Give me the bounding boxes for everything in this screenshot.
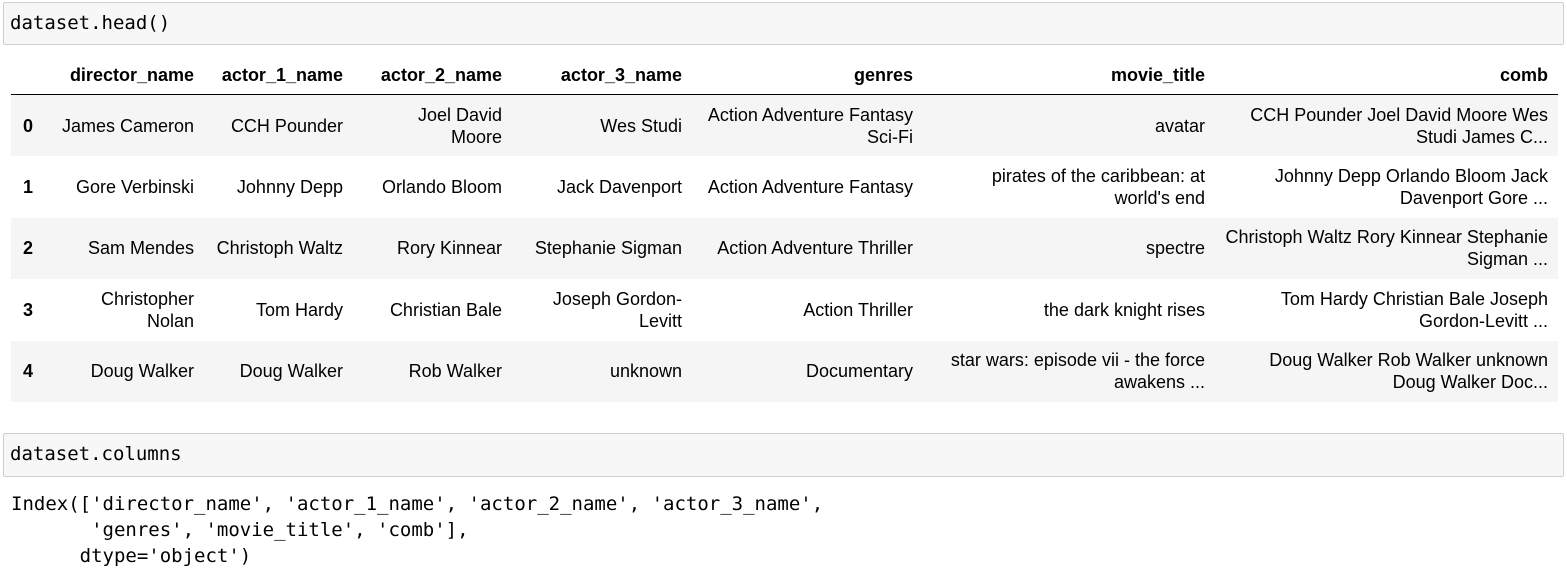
table-cell: pirates of the caribbean: at world's end [991,165,1205,208]
table-cell: Wes Studi [600,115,682,136]
row-index: 0 [22,115,33,136]
table-cell: Action Thriller [803,299,913,320]
column-header: actor_2_name [353,56,512,95]
table-cell: unknown [609,361,682,382]
table-cell: Tom Hardy [255,299,343,320]
table-cell: Documentary [805,361,913,382]
table-cell: Christopher Nolan [100,288,194,331]
dataframe-table: director_name actor_1_name actor_2_name … [11,56,1558,402]
table-cell: spectre [1145,238,1205,259]
table-cell: James Cameron [61,115,194,136]
table-cell: Joseph Gordon-Levitt [552,288,682,331]
code-cell-head[interactable]: dataset.head() [3,2,1564,45]
table-cell: Joel David Moore [417,104,502,147]
row-index: 4 [22,361,33,382]
table-cell: Rory Kinnear [396,238,502,259]
index-header [11,56,45,95]
row-index: 1 [22,176,33,197]
table-cell: Christoph Waltz [216,238,343,259]
table-cell: CCH Pounder [230,115,343,136]
table-row: 4 Doug Walker Doug Walker Rob Walker unk… [11,340,1558,402]
table-cell: Jack Davenport [556,176,682,197]
table-row: 3 Christopher Nolan Tom Hardy Christian … [11,279,1558,341]
column-header: actor_3_name [512,56,692,95]
table-cell: Action Adventure Fantasy [707,176,913,197]
table-cell: Doug Walker [90,361,194,382]
table-cell: Doug Walker Rob Walker unknown Doug Walk… [1269,350,1548,393]
column-header: genres [692,56,923,95]
column-header: actor_1_name [204,56,353,95]
table-cell: Action Adventure Fantasy Sci-Fi [707,104,913,147]
table-cell: the dark knight rises [1043,299,1205,320]
table-row: 0 James Cameron CCH Pounder Joel David M… [11,94,1558,156]
table-cell: Christian Bale [389,299,502,320]
column-header: movie_title [923,56,1215,95]
table-cell: Johnny Depp Orlando Bloom Jack Davenport… [1274,165,1548,208]
table-cell: Tom Hardy Christian Bale Joseph Gordon-L… [1280,288,1548,331]
row-index: 2 [22,238,33,259]
table-cell: Gore Verbinski [75,176,194,197]
column-header: comb [1215,56,1558,95]
table-cell: CCH Pounder Joel David Moore Wes Studi J… [1250,104,1548,147]
table-header-row: director_name actor_1_name actor_2_name … [11,56,1558,95]
table-cell: Sam Mendes [87,238,194,259]
table-cell: Stephanie Sigman [534,238,682,259]
table-cell: Doug Walker [239,361,343,382]
columns-output: Index(['director_name', 'actor_1_name', … [11,493,824,567]
code-cell-columns[interactable]: dataset.columns [3,433,1564,477]
table-cell: Action Adventure Thriller [717,238,913,259]
table-cell: Johnny Depp [236,176,343,197]
table-row: 1 Gore Verbinski Johnny Depp Orlando Blo… [11,156,1558,218]
table-cell: star wars: episode vii - the force awake… [950,350,1205,393]
column-header: director_name [45,56,204,95]
table-cell: Christoph Waltz Rory Kinnear Stephanie S… [1225,227,1549,270]
row-index: 3 [22,299,33,320]
table-cell: avatar [1154,115,1205,136]
table-cell: Orlando Bloom [381,176,502,197]
table-cell: Rob Walker [408,361,502,382]
table-row: 2 Sam Mendes Christoph Waltz Rory Kinnea… [11,217,1558,279]
